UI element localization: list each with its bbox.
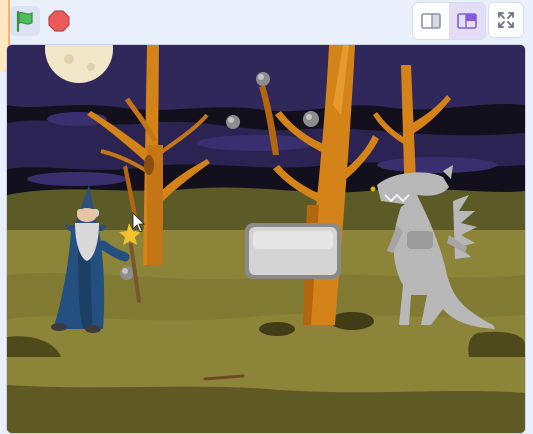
ground-hole <box>330 312 374 330</box>
small-stage-icon <box>421 13 441 29</box>
boulder <box>303 111 319 127</box>
small-stage-button[interactable] <box>413 3 449 39</box>
stage-header <box>0 0 533 72</box>
stage-size-toggle <box>412 2 486 40</box>
stop-button[interactable] <box>44 6 74 36</box>
boulder <box>226 115 240 129</box>
normal-stage-button[interactable] <box>449 3 485 39</box>
dirt-mound <box>468 331 525 357</box>
full-screen-button[interactable] <box>488 2 524 38</box>
purple-cloud <box>377 157 497 173</box>
boulder <box>120 266 134 280</box>
stage-canvas[interactable] <box>6 44 526 434</box>
green-flag-button[interactable] <box>10 6 40 36</box>
purple-cloud <box>27 172 127 186</box>
rock-button-sprite[interactable] <box>245 223 341 279</box>
ground-hole <box>259 322 295 336</box>
foreground-shadow <box>7 385 525 433</box>
normal-stage-icon <box>457 13 477 29</box>
green-flag-icon <box>16 10 33 32</box>
full-screen-icon <box>498 12 514 28</box>
stop-sign-icon <box>48 10 70 32</box>
boulder <box>256 72 270 86</box>
